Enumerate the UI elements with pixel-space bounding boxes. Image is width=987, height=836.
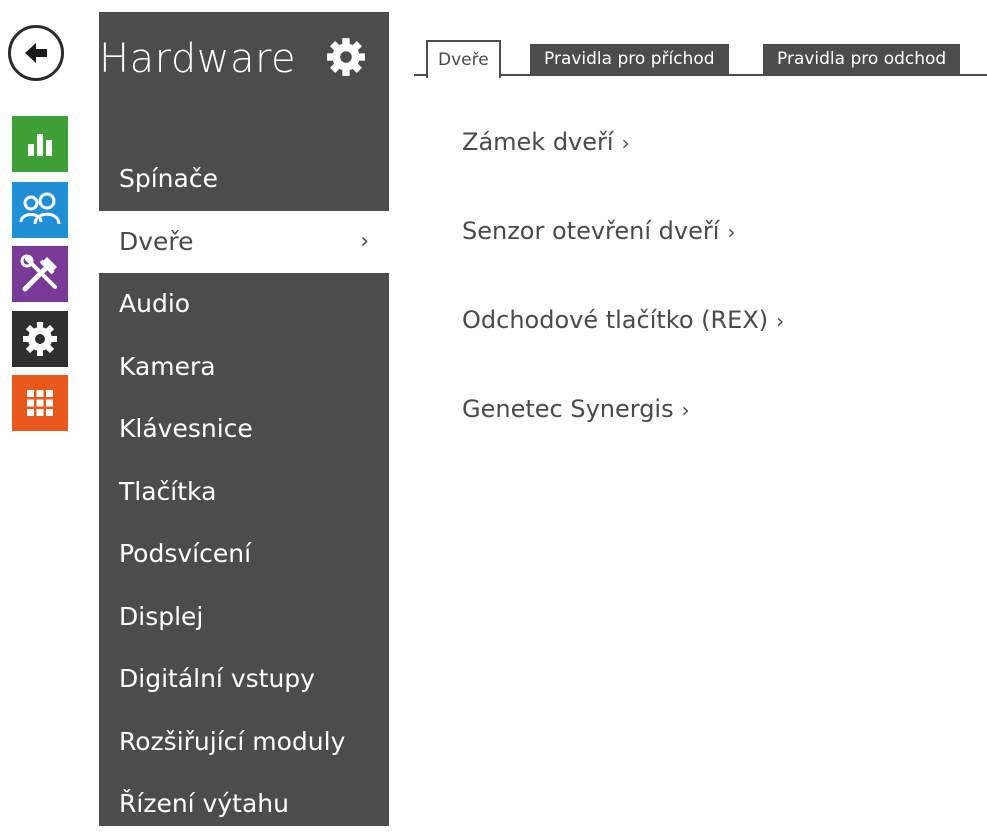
sidebar-item-audio[interactable]: Audio — [99, 273, 389, 336]
gear-icon — [327, 38, 365, 76]
link-label: Odchodové tlačítko (REX) — [462, 306, 769, 334]
chevron-right-icon: › — [776, 309, 785, 333]
sidebar-item-label: Klávesnice — [119, 414, 253, 443]
hardware-nav-button[interactable] — [12, 246, 68, 302]
chevron-right-icon: › — [621, 131, 630, 155]
settings-gear-icon — [23, 322, 57, 356]
tools-icon — [20, 254, 57, 292]
services-nav-button[interactable] — [12, 311, 68, 367]
sidebar-title: Hardware — [99, 36, 297, 82]
sidebar-item-tlacitka[interactable]: Tlačítka — [99, 461, 389, 524]
users-icon — [19, 192, 61, 225]
link-label: Genetec Synergis — [462, 395, 674, 423]
sidebar-item-label: Tlačítka — [119, 476, 217, 506]
tab-pravidla-pro-prichod[interactable]: Pravidla pro příchod — [530, 44, 729, 74]
link-genetec-synergis[interactable]: Genetec Synergis › — [462, 379, 784, 468]
tab-pravidla-pro-odchod[interactable]: Pravidla pro odchod — [763, 44, 961, 74]
sidebar-item-label: Audio — [119, 289, 191, 318]
directory-nav-button[interactable] — [12, 182, 68, 238]
chevron-right-icon: › — [360, 228, 369, 254]
link-zamek-dveri[interactable]: Zámek dveří › — [462, 112, 784, 201]
link-label: Senzor otevření dveří — [462, 217, 720, 245]
sidebar-item-label: Spínače — [119, 164, 218, 193]
icon-rail — [0, 0, 80, 826]
sidebar-header: Hardware — [99, 30, 389, 90]
sidebar-item-label: Řízení výtahu — [119, 789, 289, 818]
sidebar-item-spinace[interactable]: Spínače — [99, 148, 389, 211]
tab-bar: Dveře Pravidla pro příchod Pravidla pro … — [414, 40, 987, 80]
sidebar-item-label: Digitální vstupy — [119, 664, 315, 693]
tab-dvere[interactable]: Dveře — [426, 40, 501, 78]
back-arrow-icon — [25, 43, 47, 63]
sidebar-item-podsviceni[interactable]: Podsvícení — [99, 523, 389, 586]
bar-chart-icon — [28, 134, 52, 156]
sidebar-item-rozsirujici-moduly[interactable]: Rozšiřující moduly — [99, 711, 389, 774]
sidebar-item-label: Rozšiřující moduly — [119, 726, 346, 756]
status-nav-button[interactable] — [12, 116, 68, 172]
chevron-right-icon: › — [727, 220, 736, 244]
sidebar-item-digitalni-vstupy[interactable]: Digitální vstupy — [99, 648, 389, 711]
sidebar-item-label: Podsvícení — [119, 539, 252, 568]
sidebar-item-kamera[interactable]: Kamera — [99, 336, 389, 399]
sidebar-item-label: Dveře — [119, 226, 194, 256]
sidebar-item-rizeni-vytahu[interactable]: Řízení výtahu — [99, 773, 389, 836]
system-nav-button[interactable] — [12, 375, 68, 431]
sidebar-item-label: Displej — [119, 601, 204, 631]
back-button[interactable] — [8, 25, 64, 81]
link-senzor-otevreni-dveri[interactable]: Senzor otevření dveří › — [462, 201, 784, 290]
door-settings-links: Zámek dveří › Senzor otevření dveří › Odch… — [462, 112, 784, 468]
sidebar-item-label: Kamera — [119, 351, 216, 381]
sidebar-menu: Spínače Dveře › Audio Kamera Klávesnice T… — [99, 148, 389, 836]
apps-grid-icon — [27, 390, 53, 416]
sidebar-item-klavesnice[interactable]: Klávesnice — [99, 398, 389, 461]
sidebar-item-displej[interactable]: Displej — [99, 586, 389, 649]
hardware-sidebar: Hardware Spínače Dveře › Audio Kamera Klá… — [99, 12, 389, 826]
link-odchodove-tlacitko[interactable]: Odchodové tlačítko (REX) › — [462, 290, 784, 379]
link-label: Zámek dveří — [462, 128, 614, 156]
chevron-right-icon: › — [681, 398, 690, 422]
sidebar-item-dvere[interactable]: Dveře › — [99, 210, 389, 273]
